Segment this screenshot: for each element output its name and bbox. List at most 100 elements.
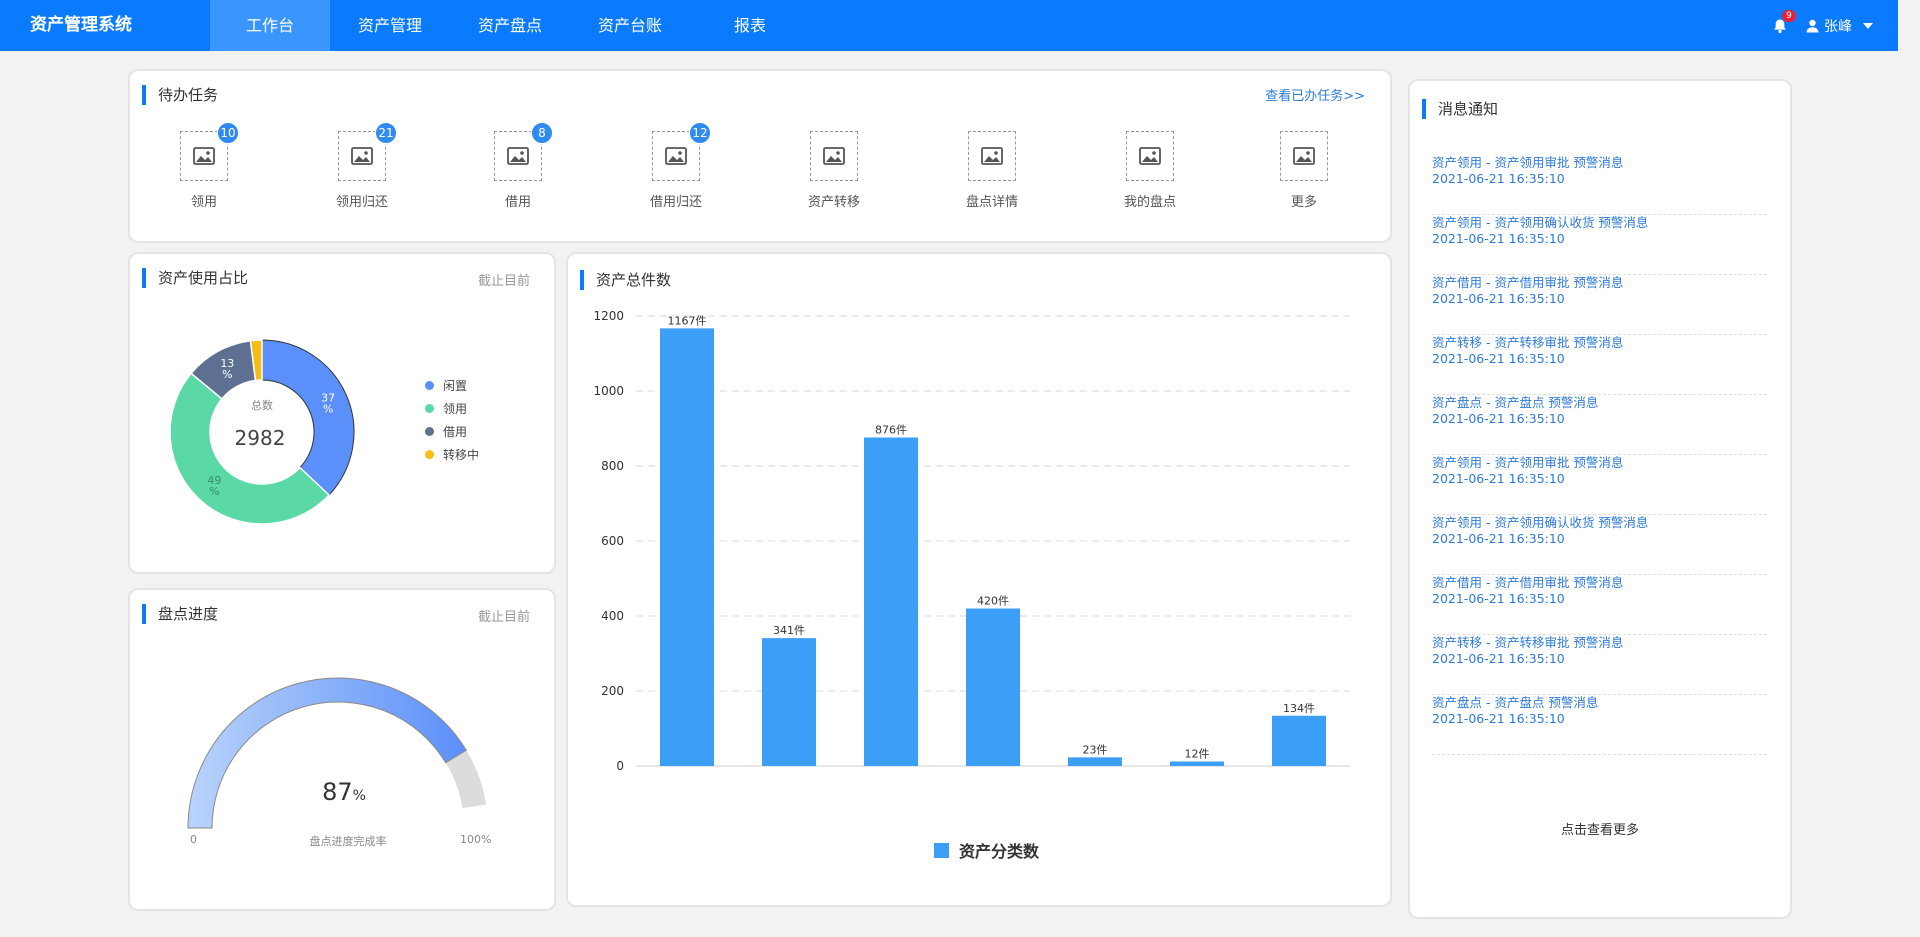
message-list: 资产领用 - 资产领用审批 预警消息 2021-06-21 16:35:10 资产… xyxy=(1432,155,1767,755)
nav-item-workbench[interactable]: 工作台 xyxy=(210,0,330,51)
nav-item-reports[interactable]: 报表 xyxy=(690,0,810,51)
bar[interactable] xyxy=(1068,757,1122,766)
todo-items: 10 领用 21 领用归还 8 借用 12 借用归还 资产转移 盘点详情 我的盘… xyxy=(164,122,1394,241)
message-item[interactable]: 资产转移 - 资产转移审批 预警消息 2021-06-21 16:35:10 xyxy=(1432,335,1767,395)
todo-item-receive-return[interactable]: 21 领用归还 xyxy=(322,122,402,210)
nav-item-asset-inventory[interactable]: 资产盘点 xyxy=(450,0,570,51)
bar-data-label: 341件 xyxy=(773,624,805,637)
bar-data-label: 134件 xyxy=(1283,702,1315,715)
image-placeholder-icon: 21 xyxy=(338,122,397,181)
view-more-link[interactable]: 点击查看更多 xyxy=(1410,819,1790,838)
message-item[interactable]: 资产领用 - 资产领用确认收货 预警消息 2021-06-21 16:35:10 xyxy=(1432,215,1767,275)
progress-card: 盘点进度 截止目前 87% 0 盘点进度完成率 100% xyxy=(128,588,556,911)
y-tick-label: 1200 xyxy=(593,309,624,323)
message-time: 2021-06-21 16:35:10 xyxy=(1432,711,1565,726)
bar[interactable] xyxy=(660,328,714,766)
message-item[interactable]: 资产盘点 - 资产盘点 预警消息 2021-06-21 16:35:10 xyxy=(1432,695,1767,755)
donut-slice[interactable] xyxy=(261,339,355,496)
image-placeholder-icon xyxy=(1126,131,1174,181)
nav-item-asset-ledger[interactable]: 资产台账 xyxy=(570,0,690,51)
todo-label: 更多 xyxy=(1290,195,1317,210)
message-time: 2021-06-21 16:35:10 xyxy=(1432,231,1565,246)
message-title: 资产转移 - 资产转移审批 预警消息 xyxy=(1432,335,1624,350)
bar-data-label: 12件 xyxy=(1185,748,1210,761)
legend-item[interactable]: 闲置 xyxy=(425,374,479,397)
bar[interactable] xyxy=(864,437,918,767)
todo-label: 借用归还 xyxy=(649,195,702,210)
bar[interactable] xyxy=(966,608,1020,767)
bar-chart-title: 资产总件数 xyxy=(580,270,671,290)
message-item[interactable]: 资产借用 - 资产借用审批 预警消息 2021-06-21 16:35:10 xyxy=(1432,575,1767,635)
todo-title: 待办任务 xyxy=(142,85,218,105)
nav-item-asset-management[interactable]: 资产管理 xyxy=(330,0,450,51)
message-title: 资产领用 - 资产领用确认收货 预警消息 xyxy=(1432,515,1649,530)
gauge-caption: 盘点进度完成率 xyxy=(309,835,387,848)
todo-item-inventory-detail[interactable]: 盘点详情 xyxy=(952,131,1032,210)
image-placeholder-icon: 10 xyxy=(180,122,239,181)
app-title: 资产管理系统 xyxy=(30,15,132,35)
legend-swatch xyxy=(934,842,949,858)
todo-item-borrow[interactable]: 8 借用 xyxy=(478,122,558,210)
todo-item-my-inventory[interactable]: 我的盘点 xyxy=(1110,131,1190,210)
message-item[interactable]: 资产领用 - 资产领用审批 预警消息 2021-06-21 16:35:10 xyxy=(1432,455,1767,515)
todo-item-more[interactable]: 更多 xyxy=(1264,131,1344,210)
message-time: 2021-06-21 16:35:10 xyxy=(1432,531,1565,546)
bar-chart-legend[interactable]: 资产分类数 xyxy=(934,838,1039,862)
todo-label: 领用 xyxy=(190,195,217,210)
notification-bell[interactable]: 9 xyxy=(1772,9,1796,34)
legend-label: 借用 xyxy=(443,425,468,439)
message-item[interactable]: 资产领用 - 资产领用确认收货 预警消息 2021-06-21 16:35:10 xyxy=(1432,515,1767,575)
donut-slice-label: 49% xyxy=(207,474,221,498)
image-placeholder-icon: 12 xyxy=(652,122,711,181)
y-tick-label: 800 xyxy=(601,459,624,473)
message-item[interactable]: 资产转移 - 资产转移审批 预警消息 2021-06-21 16:35:10 xyxy=(1432,635,1767,695)
todo-item-asset-transfer[interactable]: 资产转移 xyxy=(794,131,874,210)
bar[interactable] xyxy=(762,638,816,766)
donut-center-label: 总数 xyxy=(251,399,273,412)
bar-data-label: 23件 xyxy=(1083,743,1108,756)
y-tick-label: 0 xyxy=(616,759,624,773)
legend-label: 转移中 xyxy=(443,448,480,462)
messages-card: 消息通知 资产领用 - 资产领用审批 预警消息 2021-06-21 16:35:… xyxy=(1408,79,1792,919)
usage-title: 资产使用占比 xyxy=(142,268,248,288)
gauge-value: 87% xyxy=(130,778,558,806)
message-title: 资产领用 - 资产领用审批 预警消息 xyxy=(1432,455,1624,470)
user-menu[interactable]: 张峰 xyxy=(1806,16,1873,36)
message-item[interactable]: 资产领用 - 资产领用审批 预警消息 2021-06-21 16:35:10 xyxy=(1432,155,1767,215)
message-title: 资产盘点 - 资产盘点 预警消息 xyxy=(1432,695,1599,710)
todo-badge: 10 xyxy=(217,122,239,144)
progress-as-of-link[interactable]: 截止目前 xyxy=(478,606,530,625)
main-nav: 工作台 资产管理 资产盘点 资产台账 报表 xyxy=(210,0,810,51)
todo-item-receive[interactable]: 10 领用 xyxy=(164,122,244,210)
message-title: 资产借用 - 资产借用审批 预警消息 xyxy=(1432,275,1624,290)
legend-label: 领用 xyxy=(443,402,468,416)
message-item[interactable]: 资产借用 - 资产借用审批 预警消息 2021-06-21 16:35:10 xyxy=(1432,275,1767,335)
message-time: 2021-06-21 16:35:10 xyxy=(1432,471,1565,486)
todo-badge: 12 xyxy=(689,122,711,144)
legend-dot xyxy=(425,450,434,459)
gauge-value-unit: % xyxy=(352,788,366,804)
bar[interactable] xyxy=(1272,715,1326,766)
image-placeholder-icon xyxy=(810,131,858,181)
message-time: 2021-06-21 16:35:10 xyxy=(1432,651,1565,666)
view-done-tasks-link[interactable]: 查看已办任务>> xyxy=(1265,85,1365,104)
gauge-value-number: 87 xyxy=(322,778,353,806)
message-item[interactable]: 资产盘点 - 资产盘点 预警消息 2021-06-21 16:35:10 xyxy=(1432,395,1767,455)
todo-label: 盘点详情 xyxy=(965,195,1018,210)
todo-label: 借用 xyxy=(504,195,531,210)
todo-item-borrow-return[interactable]: 12 借用归还 xyxy=(636,122,716,210)
bar[interactable] xyxy=(1170,761,1224,767)
usage-as-of-link[interactable]: 截止目前 xyxy=(478,270,530,289)
todo-label: 资产转移 xyxy=(807,195,860,210)
legend-item[interactable]: 借用 xyxy=(425,420,479,443)
bar-chart: 0 200 400 600 800 1000 1200 1167件 341件 876件 420件 23… xyxy=(593,309,1350,773)
message-time: 2021-06-21 16:35:10 xyxy=(1432,411,1565,426)
bar-chart-card: 资产总件数 0 200 400 600 800 1000 1200 1167件 341件 876件… xyxy=(566,252,1392,907)
legend-item[interactable]: 转移中 xyxy=(425,443,479,466)
legend-dot xyxy=(425,381,434,390)
y-tick-label: 1000 xyxy=(593,384,624,398)
legend-item[interactable]: 领用 xyxy=(425,397,479,420)
image-placeholder-icon xyxy=(1280,131,1328,181)
usage-card: 资产使用占比 截止目前 37% 49% 13% 总数 2982 闲置 领用 借用 转… xyxy=(128,252,556,574)
messages-title: 消息通知 xyxy=(1422,99,1498,119)
